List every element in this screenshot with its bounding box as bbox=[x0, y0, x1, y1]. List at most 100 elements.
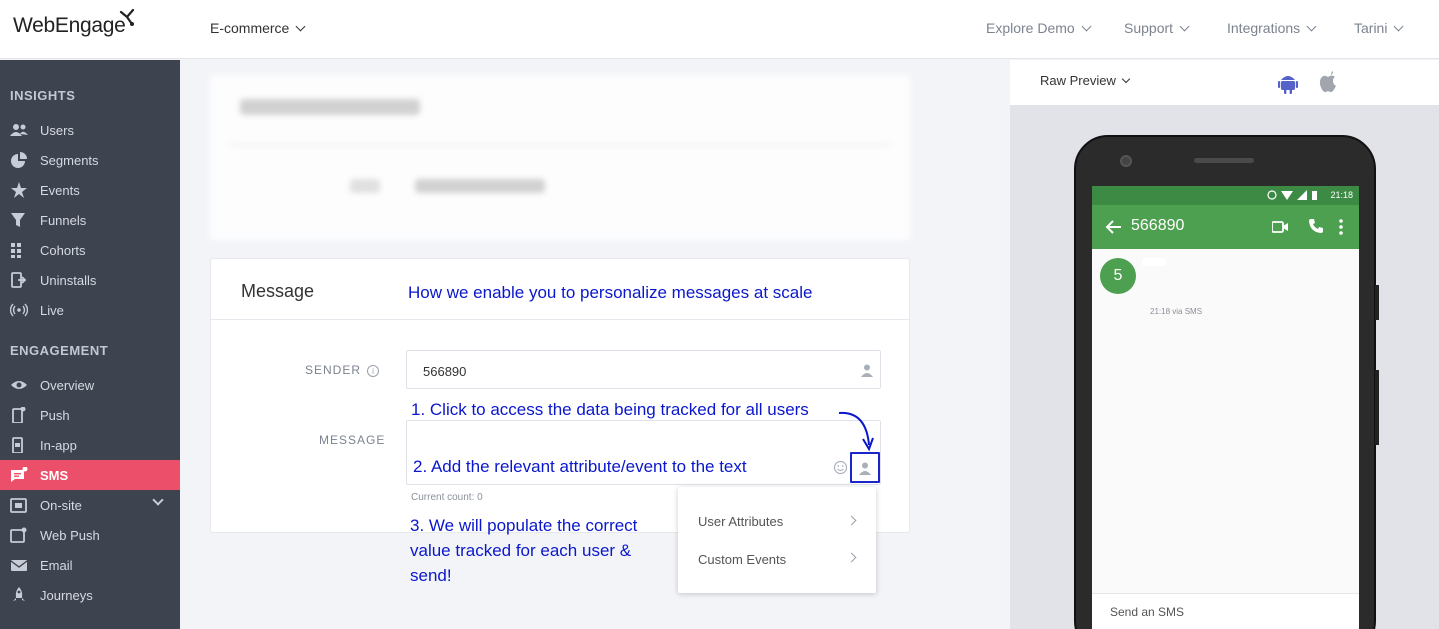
nav-support[interactable]: Support bbox=[1124, 20, 1190, 36]
phone-screen: 21:18 566890 5 21:18 via SMS Send an SMS bbox=[1092, 186, 1359, 629]
android-icon[interactable] bbox=[1278, 72, 1298, 94]
sidebar-item-label: Funnels bbox=[40, 213, 87, 228]
info-icon[interactable]: i bbox=[367, 365, 380, 377]
person-icon[interactable] bbox=[861, 364, 873, 377]
annotation-step-2: 2. Add the relevant attribute/event to t… bbox=[413, 457, 747, 476]
sidebar-item-events[interactable]: Events bbox=[0, 175, 180, 205]
dropdown-item-user-attributes[interactable]: User Attributes bbox=[698, 514, 783, 529]
sidebar-item-label: Events bbox=[40, 183, 80, 198]
annotation-headline: How we enable you to personalize message… bbox=[408, 283, 813, 302]
annotation-step-3-line: value tracked for each user & bbox=[410, 541, 632, 560]
sidebar-item-journeys[interactable]: Journeys bbox=[0, 580, 180, 610]
sender-value: 566890 bbox=[423, 364, 467, 379]
sender-label: SENDER i bbox=[305, 363, 380, 377]
video-call-icon[interactable] bbox=[1272, 219, 1288, 235]
project-selector[interactable]: E-commerce bbox=[210, 20, 306, 36]
emoji-icon[interactable] bbox=[833, 460, 848, 475]
top-bar: WebEngage E-commerce Explore Demo Suppor… bbox=[0, 0, 1439, 59]
status-time: 21:18 bbox=[1330, 190, 1353, 200]
sender-label-text: SENDER bbox=[305, 363, 362, 377]
sidebar-item-label: Email bbox=[40, 558, 73, 573]
phone-side-button bbox=[1375, 370, 1379, 445]
nav-explore-demo[interactable]: Explore Demo bbox=[986, 20, 1092, 36]
project-name: E-commerce bbox=[210, 20, 290, 36]
divider bbox=[211, 319, 909, 320]
webengage-logo[interactable]: WebEngage bbox=[13, 8, 135, 38]
nav-label: Tarini bbox=[1354, 20, 1388, 36]
message-label: MESSAGE bbox=[319, 433, 386, 447]
message-bubble bbox=[1142, 258, 1166, 266]
messaging-app-bar: 566890 bbox=[1092, 205, 1359, 249]
eye-icon bbox=[11, 381, 27, 389]
annotation-step-1: 1. Click to access the data being tracke… bbox=[411, 400, 809, 419]
sidebar-item-email[interactable]: Email bbox=[0, 550, 180, 580]
section-insights: INSIGHTS bbox=[10, 88, 76, 103]
phone-call-icon[interactable] bbox=[1308, 218, 1324, 234]
annotation-step-3: 3. We will populate the correct value tr… bbox=[410, 513, 637, 588]
broadcast-icon bbox=[10, 303, 28, 317]
personalize-button[interactable] bbox=[850, 452, 880, 483]
raw-preview-label: Raw Preview bbox=[1040, 73, 1116, 88]
nav-label: Integrations bbox=[1227, 20, 1301, 36]
onsite-icon bbox=[10, 498, 27, 513]
nav-user-menu[interactable]: Tarini bbox=[1354, 20, 1404, 36]
back-arrow-icon[interactable] bbox=[1105, 218, 1123, 236]
character-count: Current count: 0 bbox=[411, 492, 483, 503]
sidebar-item-sms[interactable]: SMS bbox=[0, 460, 180, 490]
annotation-arrow-icon bbox=[838, 411, 874, 452]
chevron-down-icon[interactable] bbox=[152, 494, 164, 506]
pie-icon bbox=[11, 152, 27, 168]
push-icon bbox=[12, 407, 26, 423]
inapp-icon bbox=[12, 437, 23, 453]
sidebar-item-overview[interactable]: Overview bbox=[0, 370, 180, 400]
sidebar-item-cohorts[interactable]: Cohorts bbox=[0, 235, 180, 265]
sidebar-item-live[interactable]: Live bbox=[0, 295, 180, 325]
blurred-settings-card bbox=[210, 75, 910, 240]
nav-label: Explore Demo bbox=[986, 20, 1075, 36]
grid-icon bbox=[11, 243, 21, 258]
logo-text: WebEngage bbox=[13, 14, 126, 37]
chevron-down-icon bbox=[1179, 21, 1190, 32]
apple-icon[interactable] bbox=[1319, 71, 1337, 93]
phone-camera bbox=[1120, 155, 1132, 167]
status-bar: 21:18 bbox=[1092, 186, 1359, 205]
sidebar-item-label: Live bbox=[40, 303, 64, 318]
users-icon bbox=[10, 124, 28, 136]
more-vertical-icon[interactable] bbox=[1338, 218, 1344, 236]
sidebar-item-label: Uninstalls bbox=[40, 273, 97, 288]
email-icon bbox=[10, 560, 28, 571]
message-card-title: Message bbox=[241, 281, 315, 301]
webpush-icon bbox=[10, 527, 27, 543]
sidebar-item-label: Overview bbox=[40, 378, 95, 393]
blurred-placeholder bbox=[350, 179, 380, 193]
chevron-down-icon bbox=[1121, 74, 1131, 84]
sidebar-item-push[interactable]: Push bbox=[0, 400, 180, 430]
sms-compose-input[interactable]: Send an SMS bbox=[1092, 593, 1359, 629]
personalization-dropdown: User Attributes Custom Events bbox=[678, 487, 876, 593]
sidebar-item-segments[interactable]: Segments bbox=[0, 145, 180, 175]
nav-integrations[interactable]: Integrations bbox=[1227, 20, 1317, 36]
chevron-right-icon bbox=[846, 515, 857, 526]
preview-header: Raw Preview bbox=[1010, 60, 1439, 105]
blurred-divider bbox=[230, 145, 890, 146]
sidebar-item-label: Users bbox=[40, 123, 74, 138]
sidebar-item-web-push[interactable]: Web Push bbox=[0, 520, 180, 550]
rocket-icon bbox=[13, 587, 25, 601]
raw-preview-dropdown[interactable]: Raw Preview bbox=[1040, 73, 1131, 88]
blurred-placeholder bbox=[240, 99, 420, 115]
annotation-step-3-line: send! bbox=[410, 566, 452, 585]
sidebar-item-on-site[interactable]: On-site bbox=[0, 490, 180, 520]
sidebar: INSIGHTS Users Segments Events Funnels C… bbox=[0, 60, 180, 629]
sender-field[interactable]: 566890 bbox=[406, 350, 881, 389]
annotation-step-3-line: 3. We will populate the correct bbox=[410, 516, 638, 535]
sidebar-item-users[interactable]: Users bbox=[0, 115, 180, 145]
sidebar-item-uninstalls[interactable]: Uninstalls bbox=[0, 265, 180, 295]
sms-icon bbox=[11, 467, 28, 482]
sidebar-item-label: Cohorts bbox=[40, 243, 86, 258]
sidebar-item-label: On-site bbox=[40, 498, 82, 513]
sidebar-item-funnels[interactable]: Funnels bbox=[0, 205, 180, 235]
sidebar-item-label: Segments bbox=[40, 153, 99, 168]
dropdown-item-custom-events[interactable]: Custom Events bbox=[698, 552, 786, 567]
chevron-down-icon bbox=[1081, 21, 1092, 32]
sidebar-item-in-app[interactable]: In-app bbox=[0, 430, 180, 460]
